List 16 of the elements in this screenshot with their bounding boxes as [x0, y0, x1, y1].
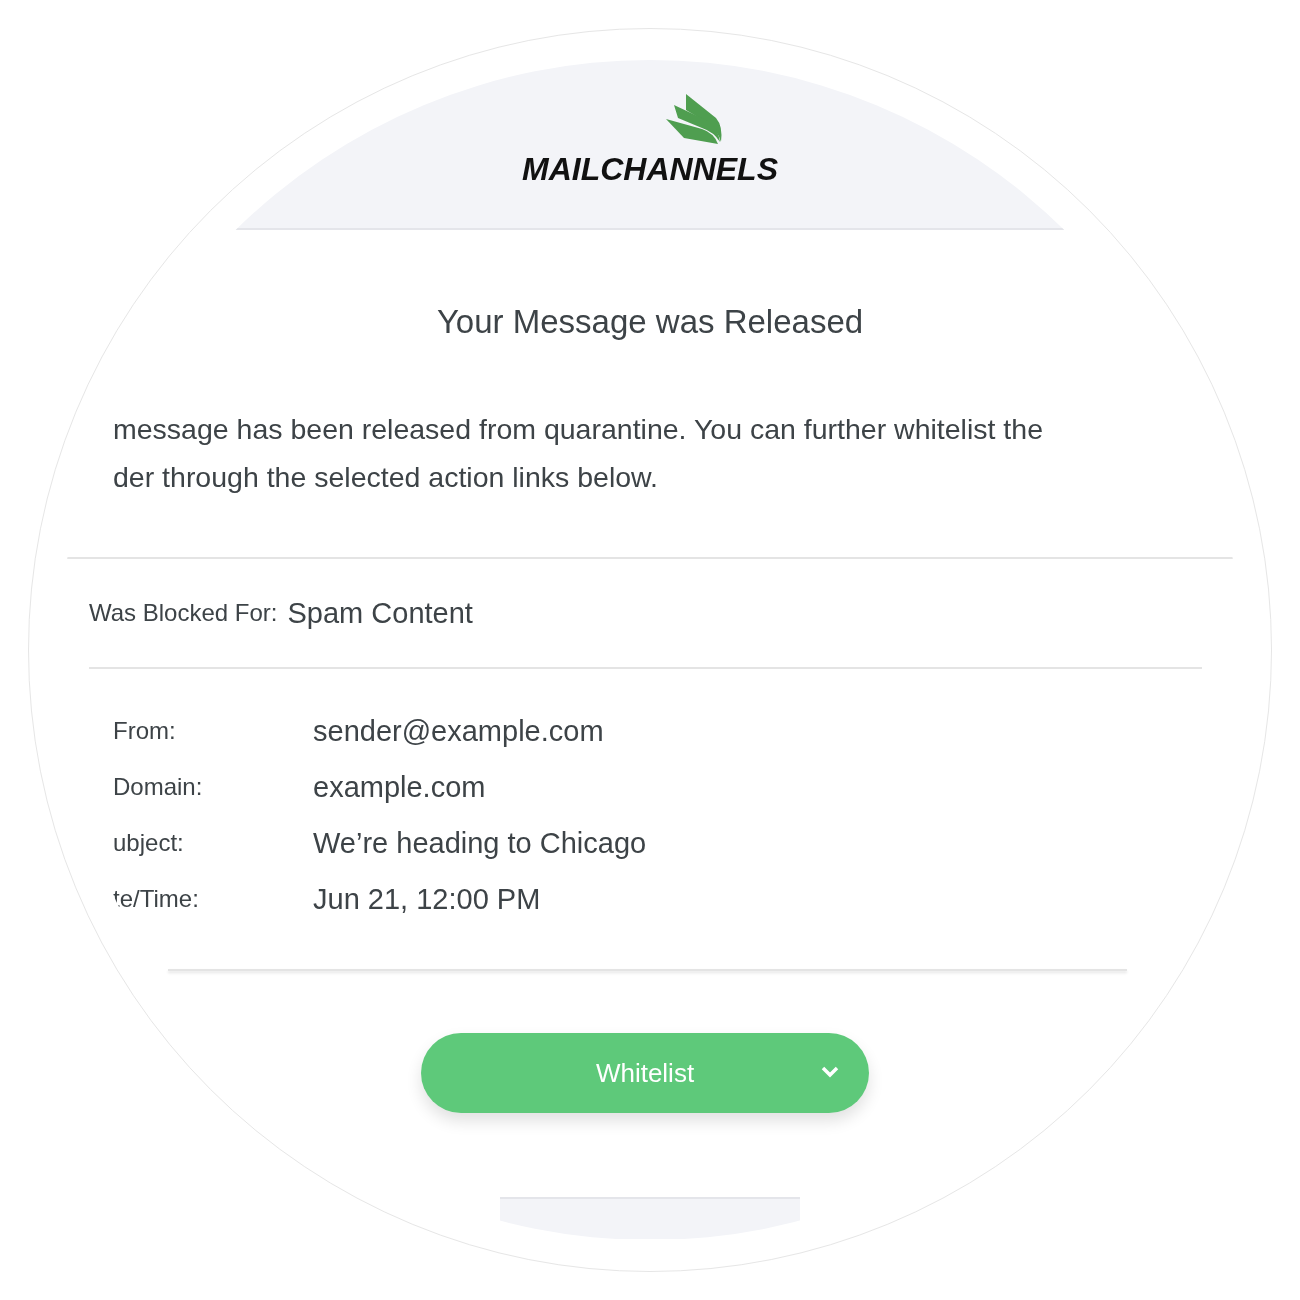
detail-label: te/Time: [113, 885, 200, 913]
detail-value: Jun 21, 12:00 PM [313, 882, 541, 916]
wing-icon [666, 94, 724, 144]
page-title: Your Message was Released [435, 302, 865, 342]
detail-label: ubject: [113, 829, 185, 857]
whitelist-button[interactable]: Whitelist [421, 1033, 869, 1113]
detail-value: example.com [313, 770, 486, 804]
detail-label: Domain: [113, 773, 204, 801]
detail-value: We’re heading to Chicago [313, 826, 647, 860]
message-text: message has been released from quarantine. You can further whitelist the der through the selected action links below. [112, 412, 1044, 495]
detail-value: sender@example.com [313, 714, 604, 748]
logo-text: MAILCHANNELS [522, 152, 778, 186]
blocked-label: Was Blocked For: [89, 599, 278, 627]
chevron-down-icon [821, 1066, 839, 1078]
detail-label: From: [113, 717, 177, 745]
blocked-value: Spam Content [287, 596, 473, 630]
